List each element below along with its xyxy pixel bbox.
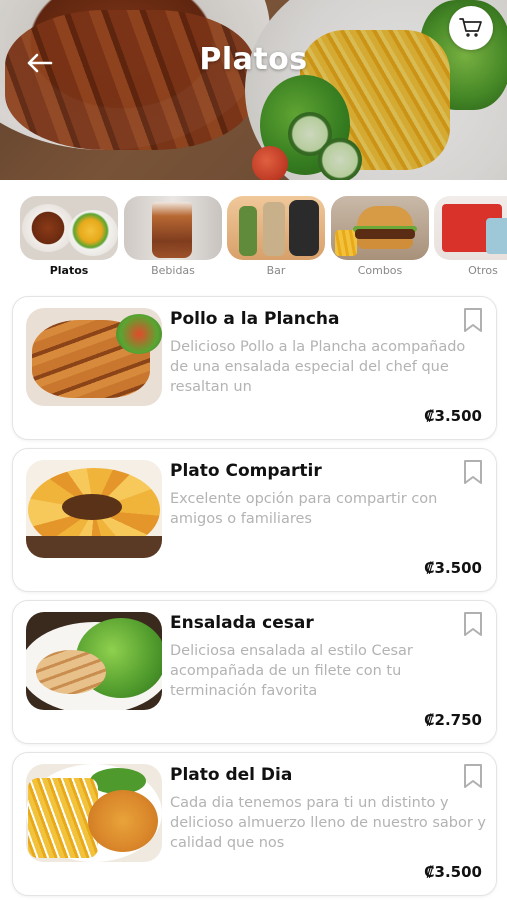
product-card-plato-dia[interactable]: Plato del Dia Cada dia tenemos para ti u… xyxy=(12,752,497,896)
patty-shape xyxy=(355,229,415,239)
product-price: ₡2.750 xyxy=(424,711,482,729)
product-name: Ensalada cesar xyxy=(170,613,314,633)
page-title: Platos xyxy=(199,42,308,77)
product-list: Pollo a la Plancha Delicioso Pollo a la … xyxy=(0,284,507,900)
category-label: Combos xyxy=(357,264,403,277)
product-image xyxy=(26,460,162,558)
category-label: Otros xyxy=(468,264,498,277)
category-thumbnail xyxy=(434,196,507,260)
product-card-ensalada[interactable]: Ensalada cesar Deliciosa ensalada al est… xyxy=(12,600,497,744)
category-thumbnail xyxy=(20,196,118,260)
glass-shape xyxy=(152,202,192,258)
bun-shape xyxy=(357,239,413,249)
bookmark-icon[interactable] xyxy=(462,307,484,333)
product-description: Excelente opción para compartir con amig… xyxy=(170,491,438,527)
hero-overlay xyxy=(0,0,507,180)
beef-shape xyxy=(62,494,122,520)
bookmark-icon[interactable] xyxy=(462,459,484,485)
product-price: ₡3.500 xyxy=(424,407,482,425)
category-bebidas[interactable]: Bebidas xyxy=(124,196,222,277)
product-image xyxy=(26,612,162,710)
fries-shape xyxy=(335,230,357,256)
product-card-pollo[interactable]: Pollo a la Plancha Delicioso Pollo a la … xyxy=(12,296,497,440)
product-description: Cada dia tenemos para ti un distinto y d… xyxy=(170,795,487,851)
category-combos[interactable]: Combos xyxy=(331,196,429,277)
product-name: Plato Compartir xyxy=(170,461,322,481)
product-image xyxy=(26,308,162,406)
category-label: Bebidas xyxy=(151,264,195,277)
category-thumbnail xyxy=(331,196,429,260)
category-bar[interactable]: Bar xyxy=(227,196,325,277)
shopping-cart-icon xyxy=(459,18,482,37)
product-name: Pollo a la Plancha xyxy=(170,309,340,329)
bottle-shape xyxy=(239,206,257,256)
product-name: Plato del Dia xyxy=(170,765,293,785)
category-label: Platos xyxy=(49,264,89,277)
chicken-shape xyxy=(36,650,106,694)
product-price: ₡3.500 xyxy=(424,863,482,881)
bottle-shape xyxy=(289,200,319,256)
vegetables-shape xyxy=(116,314,162,354)
bookmark-icon[interactable] xyxy=(462,611,484,637)
plate-shape xyxy=(68,210,118,256)
table-shape xyxy=(26,536,162,558)
bookmark-icon[interactable] xyxy=(462,763,484,789)
product-card-compartir[interactable]: Plato Compartir Excelente opción para co… xyxy=(12,448,497,592)
header-hero-image: Platos xyxy=(0,0,507,180)
cart-button[interactable] xyxy=(449,6,493,50)
bottle-shape xyxy=(263,202,285,256)
category-label: Bar xyxy=(266,264,286,277)
plate-shape xyxy=(22,204,74,252)
product-description: Delicioso Pollo a la Plancha acompañado … xyxy=(170,339,466,395)
product-price: ₡3.500 xyxy=(424,559,482,577)
category-thumbnail xyxy=(124,196,222,260)
category-platos[interactable]: Platos xyxy=(20,196,118,277)
box-shape xyxy=(486,218,507,254)
category-otros[interactable]: Otros xyxy=(434,196,507,277)
product-description: Deliciosa ensalada al estilo Cesar acomp… xyxy=(170,643,413,699)
rice-shape xyxy=(88,790,158,852)
category-strip: Platos Bebidas Bar Combos Otros xyxy=(0,180,507,284)
category-thumbnail xyxy=(227,196,325,260)
product-image xyxy=(26,764,162,862)
